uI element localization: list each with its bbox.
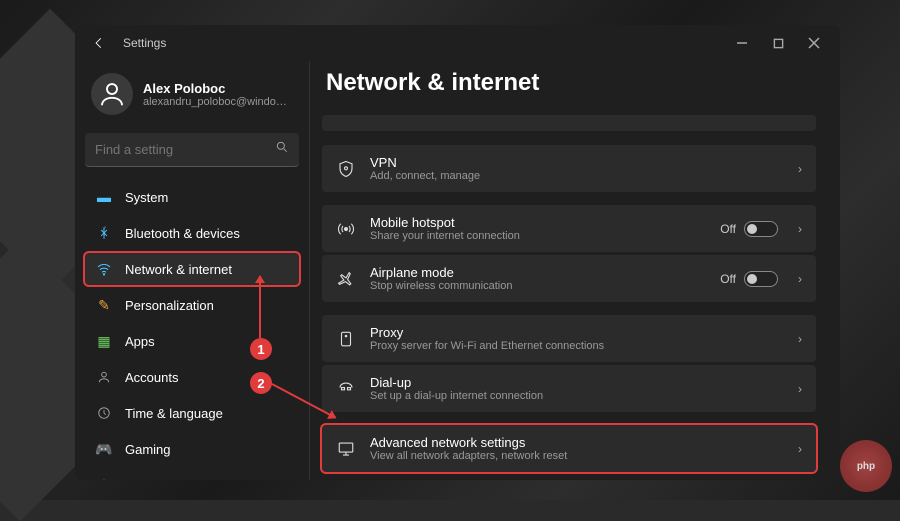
setting-dialup[interactable]: Dial-up Set up a dial-up internet connec…: [322, 365, 816, 412]
minimize-button[interactable]: [724, 29, 760, 57]
setting-title: VPN: [370, 155, 778, 170]
setting-sub: Share your internet connection: [370, 230, 706, 242]
annotation-step-1: 1: [250, 338, 272, 360]
setting-title: Airplane mode: [370, 265, 706, 280]
profile-block[interactable]: Alex Poloboc alexandru_poloboc@windowsre…: [85, 65, 299, 129]
setting-title: Mobile hotspot: [370, 215, 706, 230]
sidebar-item-system[interactable]: ▬ System: [85, 181, 299, 213]
annotation-arrow-1: [259, 276, 261, 338]
setting-hotspot[interactable]: Mobile hotspot Share your internet conne…: [322, 205, 816, 252]
sidebar-item-bluetooth[interactable]: Bluetooth & devices: [85, 217, 299, 249]
hero-strip: [322, 115, 816, 131]
accounts-icon: [95, 368, 113, 386]
gaming-icon: 🎮: [95, 440, 113, 458]
search-input[interactable]: [95, 142, 275, 157]
setting-airplane[interactable]: Airplane mode Stop wireless communicatio…: [322, 255, 816, 302]
watermark: php: [840, 440, 892, 492]
titlebar: Settings: [75, 25, 840, 61]
sidebar-item-label: Gaming: [125, 442, 171, 457]
search-icon: [275, 140, 289, 159]
sidebar-item-time[interactable]: Time & language: [85, 397, 299, 429]
setting-sub: Stop wireless communication: [370, 280, 706, 292]
accessibility-icon: ✲: [95, 476, 113, 480]
monitor-icon: [336, 439, 356, 459]
brush-icon: ✎: [95, 296, 113, 314]
setting-sub: Set up a dial-up internet connection: [370, 390, 778, 402]
vpn-icon: [336, 159, 356, 179]
clock-icon: [95, 404, 113, 422]
sidebar-item-label: Accounts: [125, 370, 178, 385]
chevron-right-icon: ›: [798, 332, 802, 346]
airplane-toggle[interactable]: [744, 271, 778, 287]
search-box[interactable]: [85, 133, 299, 167]
airplane-icon: [336, 269, 356, 289]
avatar: [91, 73, 133, 115]
proxy-icon: [336, 329, 356, 349]
chevron-right-icon: ›: [798, 442, 802, 456]
setting-proxy[interactable]: Proxy Proxy server for Wi-Fi and Etherne…: [322, 315, 816, 362]
setting-sub: Proxy server for Wi-Fi and Ethernet conn…: [370, 340, 778, 352]
profile-email: alexandru_poloboc@windowsreport...: [143, 96, 293, 108]
wifi-icon: [95, 260, 113, 278]
profile-name: Alex Poloboc: [143, 81, 293, 96]
page-title: Network & internet: [326, 69, 816, 97]
chevron-right-icon: ›: [798, 382, 802, 396]
bluetooth-icon: [95, 224, 113, 242]
sidebar-item-gaming[interactable]: 🎮 Gaming: [85, 433, 299, 465]
sidebar-item-label: System: [125, 190, 168, 205]
annotation-step-2: 2: [250, 372, 272, 394]
system-icon: ▬: [95, 188, 113, 206]
back-button[interactable]: [83, 27, 115, 59]
sidebar-item-personalization[interactable]: ✎ Personalization: [85, 289, 299, 321]
sidebar-item-label: Personalization: [125, 298, 214, 313]
sidebar-item-label: Time & language: [125, 406, 223, 421]
dialup-icon: [336, 379, 356, 399]
sidebar-item-accessibility[interactable]: ✲ Accessibility: [85, 469, 299, 480]
chevron-right-icon: ›: [798, 272, 802, 286]
setting-title: Proxy: [370, 325, 778, 340]
toggle-label: Off: [720, 272, 736, 286]
sidebar-item-label: Apps: [125, 334, 155, 349]
setting-sub: Add, connect, manage: [370, 170, 778, 182]
toggle-label: Off: [720, 222, 736, 236]
settings-window: Settings Alex Poloboc alexandru_poloboc@…: [75, 25, 840, 480]
sidebar-item-network[interactable]: Network & internet: [85, 253, 299, 285]
hotspot-icon: [336, 219, 356, 239]
close-button[interactable]: [796, 29, 832, 57]
setting-title: Advanced network settings: [370, 435, 778, 450]
setting-advanced-network[interactable]: Advanced network settings View all netwo…: [322, 425, 816, 472]
setting-vpn[interactable]: VPN Add, connect, manage ›: [322, 145, 816, 192]
sidebar-item-label: Bluetooth & devices: [125, 226, 240, 241]
sidebar: Alex Poloboc alexandru_poloboc@windowsre…: [75, 61, 309, 480]
sidebar-item-label: Accessibility: [125, 478, 196, 481]
hotspot-toggle[interactable]: [744, 221, 778, 237]
setting-sub: View all network adapters, network reset: [370, 450, 778, 462]
maximize-button[interactable]: [760, 29, 796, 57]
chevron-right-icon: ›: [798, 222, 802, 236]
apps-icon: ▦: [95, 332, 113, 350]
main-panel: Network & internet VPN Add, connect, man…: [309, 61, 840, 480]
sidebar-item-label: Network & internet: [125, 262, 232, 277]
setting-title: Dial-up: [370, 375, 778, 390]
window-title: Settings: [123, 36, 724, 50]
chevron-right-icon: ›: [798, 162, 802, 176]
